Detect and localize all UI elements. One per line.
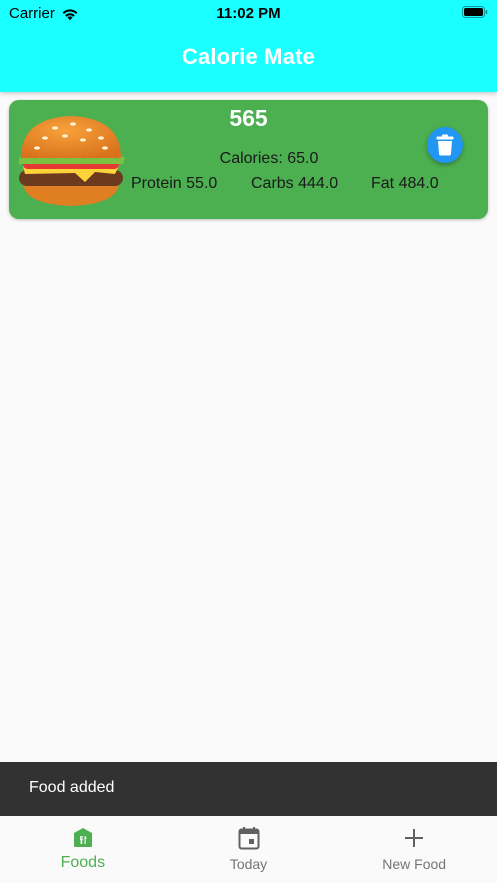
nav-label-today: Today [229, 856, 268, 872]
app-bar: Carrier 11:02 PM Calorie Mate [0, 0, 497, 92]
calendar-icon [238, 827, 259, 850]
battery-icon [462, 6, 488, 18]
snackbar: Food added [0, 762, 497, 816]
food-fat: Fat 484.0 [371, 175, 439, 192]
trash-icon [436, 134, 454, 156]
nav-item-foods[interactable]: Foods [0, 816, 166, 883]
nav-item-new-food[interactable]: New Food [331, 816, 497, 883]
status-bar: Carrier 11:02 PM [0, 0, 497, 26]
food-protein: Protein 55.0 [131, 175, 218, 192]
nav-label-foods: Foods [60, 854, 106, 871]
snackbar-message: Food added [29, 779, 115, 796]
screen: Carrier 11:02 PM Calorie Mate 565 Calori… [0, 0, 497, 883]
food-carbs: Carbs 444.0 [251, 175, 339, 192]
food-card[interactable]: 565 Calories: 65.0 Protein 55.0 Carbs 44… [9, 100, 488, 219]
food-calories: Calories: 65.0 [219, 150, 319, 167]
nav-item-today[interactable]: Today [166, 816, 332, 883]
food-store-icon [73, 828, 92, 847]
page-title: Calorie Mate [181, 44, 316, 69]
nav-label-new-food: New Food [382, 856, 447, 872]
plus-icon [405, 829, 424, 847]
food-name: 565 [229, 105, 268, 131]
delete-food-button[interactable] [427, 127, 463, 163]
status-time: 11:02 PM [216, 5, 281, 22]
bottom-navigation: Foods Today New Food [0, 816, 497, 883]
